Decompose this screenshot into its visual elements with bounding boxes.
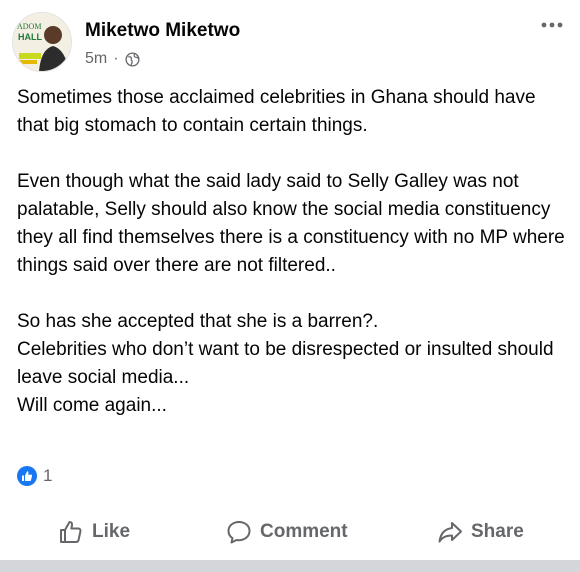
action-bar: Like Comment Share bbox=[0, 510, 580, 554]
more-options-button[interactable] bbox=[534, 10, 570, 40]
comment-label: Comment bbox=[260, 521, 348, 542]
avatar[interactable]: ADOM HALL bbox=[12, 12, 72, 72]
comment-icon bbox=[227, 521, 251, 544]
post-body: Sometimes those acclaimed celebrities in… bbox=[17, 84, 567, 420]
facebook-post: ADOM HALL Miketwo Miketwo 5m · Sometimes… bbox=[0, 0, 580, 572]
more-dots-icon bbox=[541, 22, 563, 28]
share-label: Share bbox=[471, 521, 524, 542]
avatar-logo-line2: HALL bbox=[18, 32, 42, 42]
author-name[interactable]: Miketwo Miketwo bbox=[85, 20, 240, 42]
avatar-image: ADOM HALL bbox=[13, 13, 71, 71]
comment-button[interactable]: Comment bbox=[226, 510, 348, 554]
thumbs-up-icon bbox=[60, 521, 82, 543]
avatar-logo-line1: ADOM bbox=[17, 22, 41, 31]
post-paragraph: Even though what the said lady said to S… bbox=[17, 171, 565, 276]
like-button[interactable]: Like bbox=[58, 510, 130, 554]
post-meta: 5m · bbox=[85, 50, 140, 68]
like-label: Like bbox=[92, 521, 131, 542]
reactions-summary[interactable]: 1 bbox=[17, 464, 52, 488]
post-paragraph: So has she accepted that she is a barren… bbox=[17, 311, 554, 416]
globe-icon[interactable] bbox=[125, 51, 140, 67]
like-reaction-icon bbox=[17, 466, 37, 486]
reaction-count: 1 bbox=[43, 466, 53, 485]
meta-separator: · bbox=[113, 50, 119, 67]
post-header: ADOM HALL Miketwo Miketwo 5m · bbox=[0, 0, 580, 82]
share-button[interactable]: Share bbox=[437, 510, 524, 554]
share-icon bbox=[438, 522, 462, 543]
post-paragraph: Sometimes those acclaimed celebrities in… bbox=[17, 87, 536, 136]
feed-divider bbox=[0, 560, 580, 572]
post-time[interactable]: 5m bbox=[85, 50, 107, 68]
